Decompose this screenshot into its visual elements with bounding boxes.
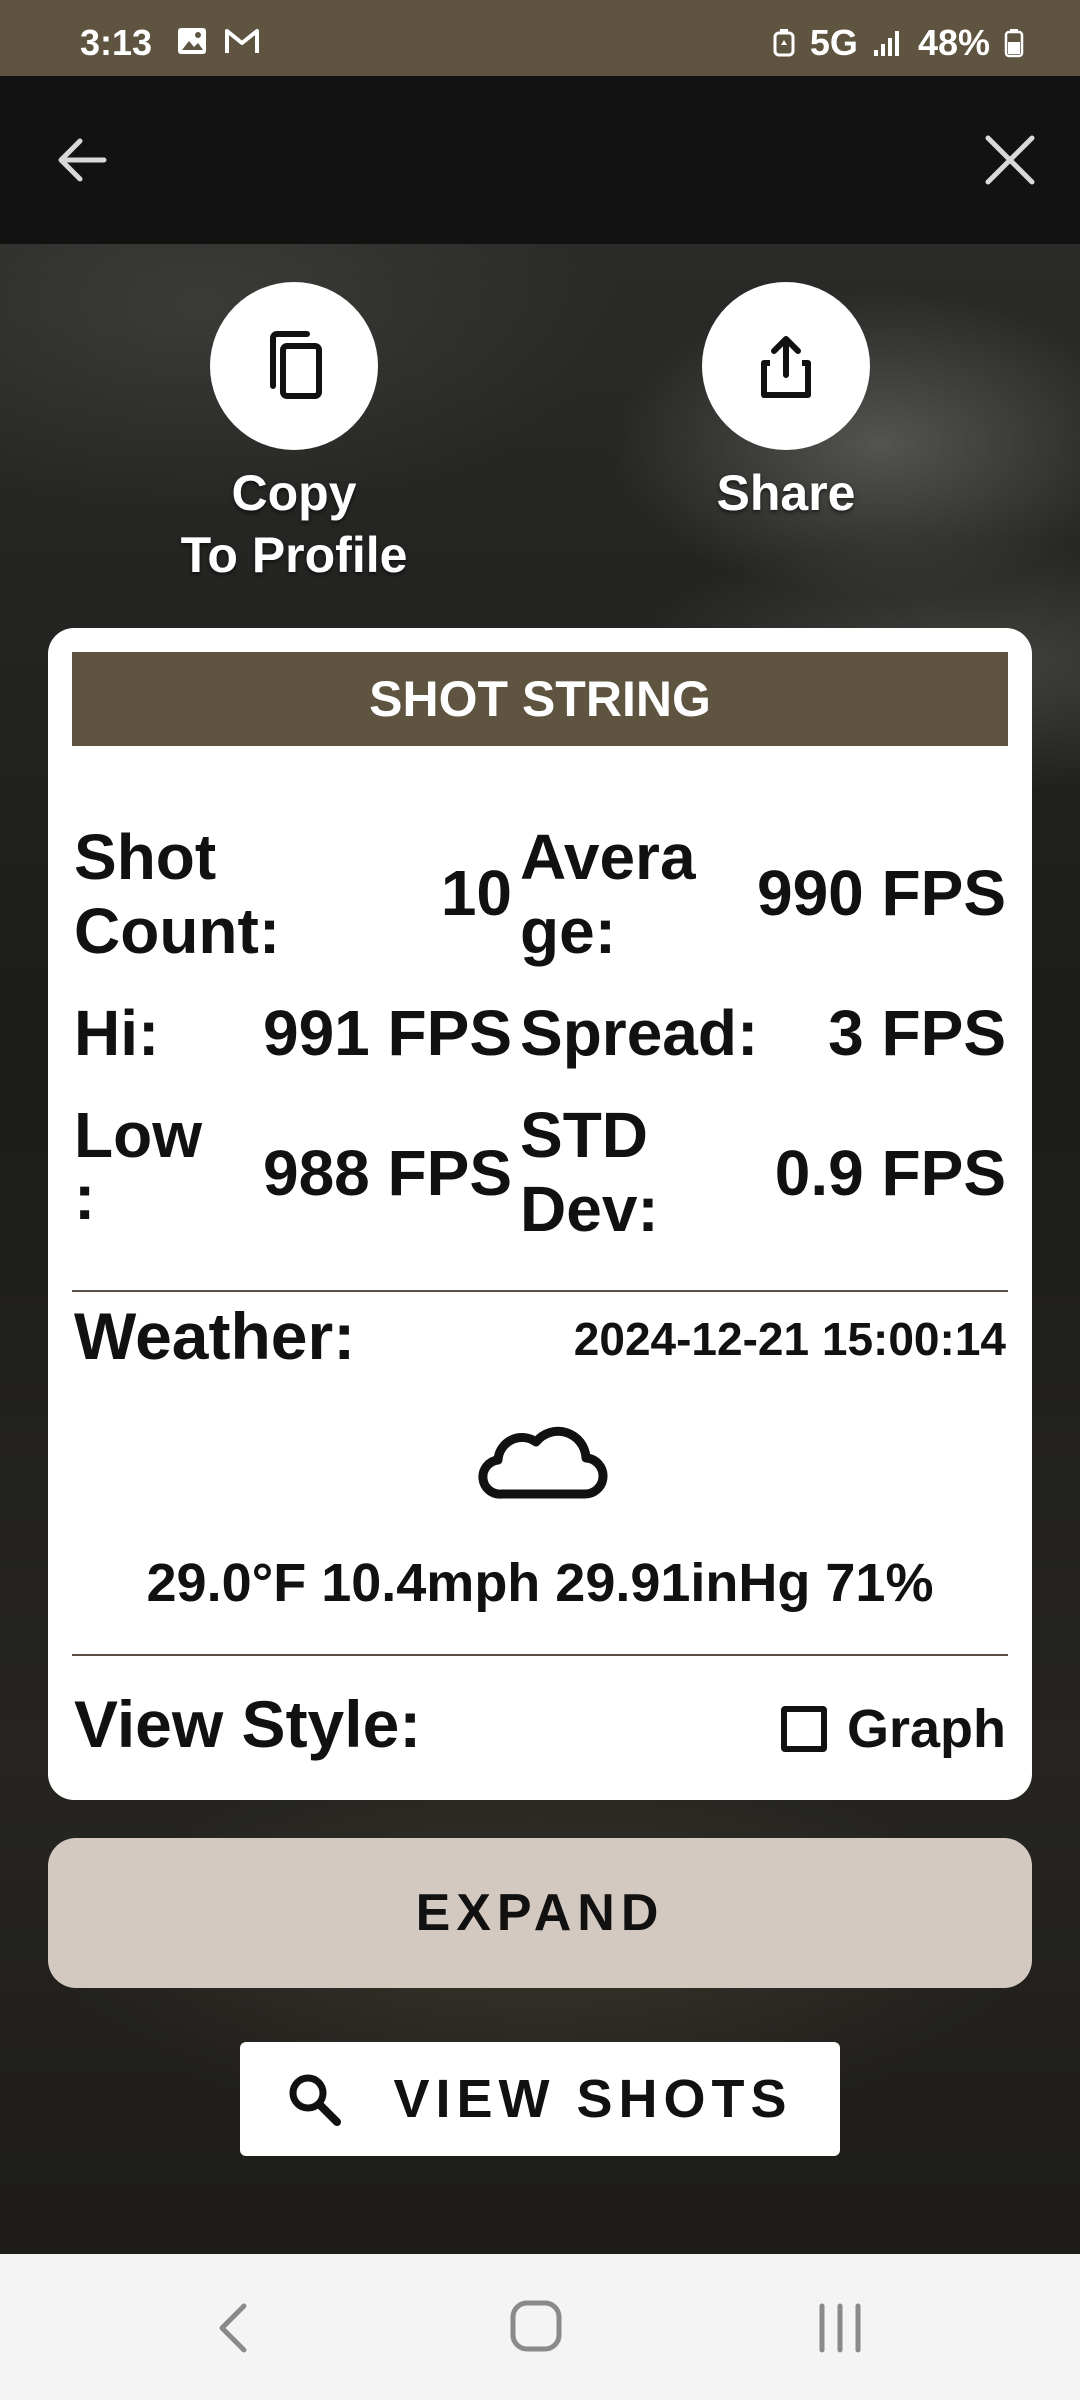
battery-icon (1004, 29, 1024, 58)
share-label: Share (716, 465, 856, 521)
shot-count-label-1: Shot (74, 821, 217, 893)
average-value: 990 FPS (756, 857, 1006, 929)
view-style-label: View Style: (74, 1687, 422, 1761)
low-value: 988 FPS (262, 1137, 512, 1209)
search-icon (289, 2074, 342, 2126)
shot-string-card: SHOT STRING Shot Count: 10 Avera ge: 990… (48, 628, 1032, 1800)
nav-home-icon[interactable] (508, 2298, 564, 2354)
share-button[interactable] (702, 282, 870, 450)
average-label-1: Avera (520, 821, 696, 893)
gmail-icon (225, 29, 259, 53)
copy-label-line1: Copy (231, 465, 357, 521)
weather-values: 29.0°F 10.4mph 29.91inHg 71% (146, 1553, 934, 1613)
view-shots-label: VIEW SHOTS (393, 2069, 793, 2129)
graph-label: Graph (846, 1699, 1006, 1759)
copy-label-line2: To Profile (180, 527, 408, 583)
spread-value: 3 FPS (828, 997, 1006, 1069)
shot-count-value: 10 (440, 857, 512, 929)
copy-button[interactable] (210, 282, 378, 450)
share-action[interactable]: Share (636, 282, 936, 524)
divider (72, 1290, 1008, 1292)
shot-count-label-2: Count: (74, 895, 281, 967)
battery-saver-icon (773, 29, 795, 57)
close-icon[interactable] (978, 128, 1042, 192)
share-icon (761, 336, 811, 398)
expand-button[interactable]: EXPAND (48, 1838, 1032, 1988)
nav-back-icon[interactable] (210, 2300, 260, 2356)
card-title: SHOT STRING (72, 652, 1008, 746)
std-dev-value: 0.9 FPS (774, 1137, 1006, 1209)
copy-icon (270, 331, 322, 399)
signal-icon (873, 31, 899, 56)
std-dev-label-1: STD (520, 1099, 648, 1171)
status-bar: 3:13 5G 48% (0, 0, 1080, 76)
hi-label: Hi: (74, 997, 160, 1069)
graph-toggle[interactable]: Graph (780, 1698, 1006, 1760)
view-shots-button[interactable]: VIEW SHOTS (240, 2042, 840, 2156)
battery-percent: 48% (917, 22, 990, 63)
gallery-icon (178, 28, 206, 54)
status-system-icons: 5G 48% (772, 22, 1024, 64)
average-label-2: ge: (520, 895, 616, 967)
system-nav-bar (0, 2254, 1080, 2400)
low-label-2: : (74, 1161, 96, 1233)
status-notification-icons (176, 26, 260, 56)
top-app-bar (0, 76, 1080, 244)
std-dev-label-2: Dev: (520, 1173, 659, 1245)
graph-checkbox[interactable] (780, 1706, 827, 1752)
spread-label: Spread: (520, 997, 759, 1069)
back-arrow-icon[interactable] (50, 128, 114, 192)
weather-timestamp: 2024-12-21 15:00:14 (573, 1313, 1006, 1365)
hi-value: 991 FPS (262, 997, 512, 1069)
cloud-icon (478, 1426, 608, 1499)
divider (72, 1654, 1008, 1656)
copy-to-profile-action[interactable]: Copy To Profile (144, 282, 444, 586)
status-time: 3:13 (80, 22, 153, 63)
nav-recents-icon[interactable] (812, 2302, 868, 2354)
network-type: 5G (809, 22, 858, 63)
weather-label: Weather: (74, 1299, 356, 1373)
